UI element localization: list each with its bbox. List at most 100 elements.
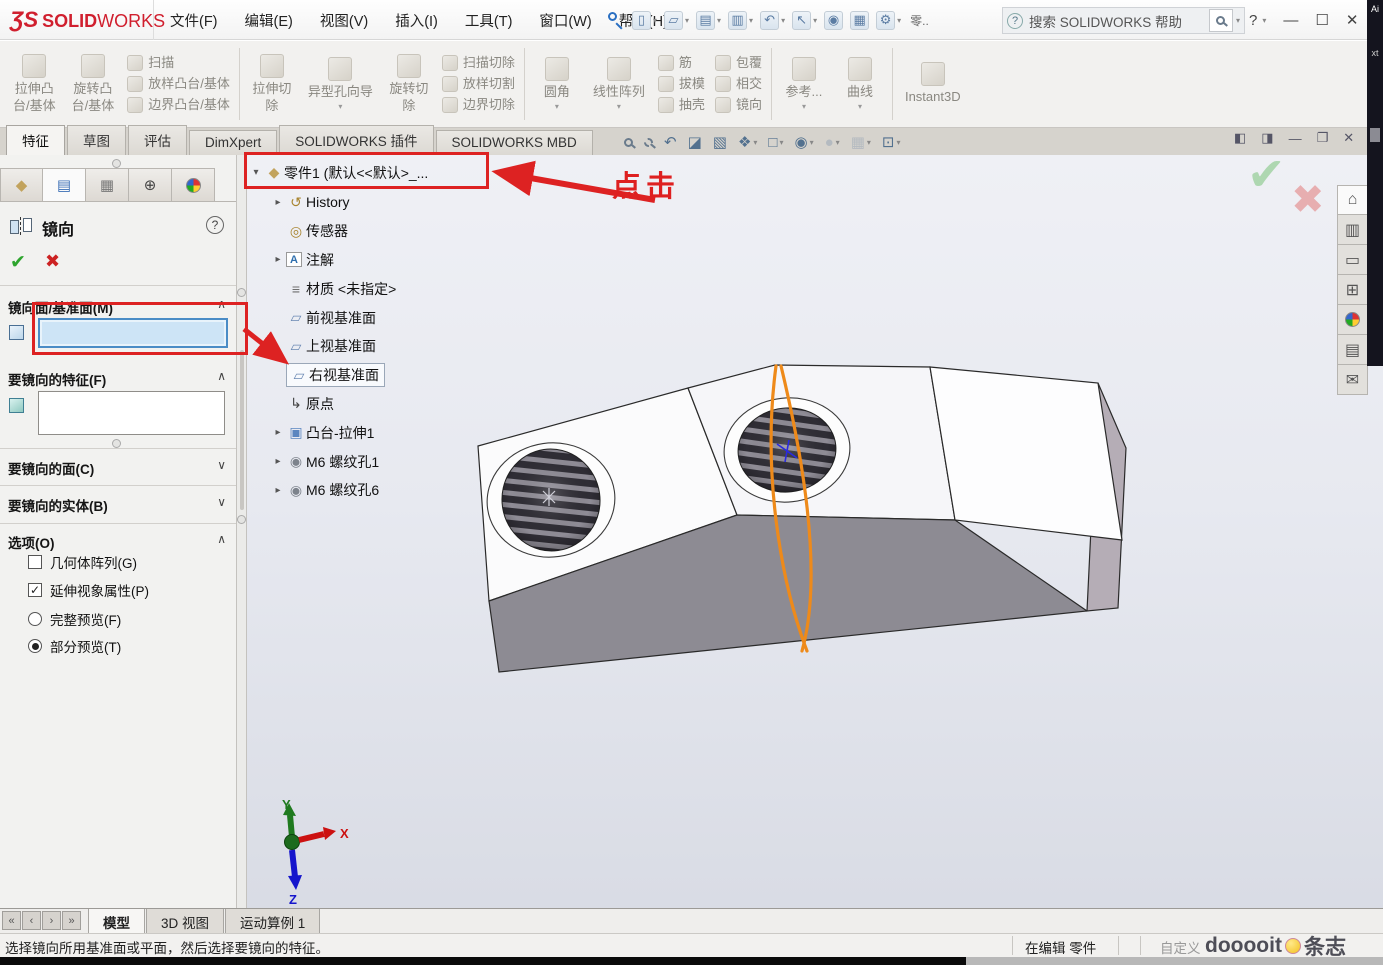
chevron-icon[interactable]: ∨	[217, 495, 226, 509]
help-button[interactable]: ?	[1249, 12, 1257, 29]
close-button[interactable]: ✕	[1346, 11, 1359, 29]
search-box[interactable]: ? 搜索 SOLIDWORKS 帮助 ▾	[1002, 7, 1245, 34]
dropdown-arrow-icon[interactable]: ▾	[338, 102, 342, 111]
radio-icon[interactable]	[28, 639, 42, 653]
pin-menu-icon[interactable]	[608, 12, 617, 21]
appearances-scenes-button[interactable]: ⊞	[1337, 275, 1368, 305]
forum-button[interactable]: ✉	[1337, 365, 1368, 395]
dropdown-arrow-icon[interactable]: ▾	[779, 138, 783, 147]
propertymanager-tab[interactable]: ▤	[43, 168, 86, 202]
home-button[interactable]: ⌂	[1337, 185, 1368, 215]
confirmation-accept-icon[interactable]: ✔	[1247, 147, 1286, 201]
edit-appearance-icon[interactable]: ●▾	[825, 134, 840, 151]
cancel-button[interactable]: ✖	[45, 251, 60, 272]
option-radio-3[interactable]: 部分预览(T)	[28, 635, 121, 657]
view-settings-icon[interactable]: ⊡▾	[882, 133, 901, 151]
dropdown-arrow-icon[interactable]: ▾	[617, 102, 621, 111]
panel-viewport-divider[interactable]	[236, 155, 247, 930]
section-features-to-mirror[interactable]: 要镜向的特征(F) ∧	[0, 367, 236, 389]
tree-item-材质-<未指定>[interactable]: ≡材质 <未指定>	[248, 274, 488, 303]
panel-splitter-handle[interactable]	[112, 439, 121, 448]
displaymanager-tab[interactable]	[172, 168, 215, 202]
save-button[interactable]: ▤▾	[696, 11, 721, 30]
help-dropdown-icon[interactable]: ▾	[1262, 16, 1266, 25]
first-tab-button[interactable]: «	[2, 911, 21, 930]
zoom-to-fit-icon[interactable]	[624, 138, 633, 147]
lofted-boss-base-button[interactable]: 放样凸台/基体	[127, 76, 230, 92]
appearance-wheel-button[interactable]	[1337, 305, 1368, 335]
tree-item-右视基准面[interactable]: ▱右视基准面	[248, 361, 488, 390]
swept-cut-button[interactable]: 扫描切除	[442, 55, 515, 71]
section-view-icon[interactable]: ◪	[688, 133, 702, 151]
tree-item-上视基准面[interactable]: ▱上视基准面	[248, 332, 488, 361]
bottom-tab-3D-视图[interactable]: 3D 视图	[146, 909, 224, 934]
tab-solidworks-插件[interactable]: SOLIDWORKS 插件	[279, 125, 433, 155]
hide-show-items-icon[interactable]: ◉▾	[795, 133, 814, 151]
dropdown-arrow-icon[interactable]: ▾	[813, 16, 817, 25]
design-library-button[interactable]: ▥	[1337, 215, 1368, 245]
tree-item-前视基准面[interactable]: ▱前视基准面	[248, 303, 488, 332]
chevron-icon[interactable]: ∧	[217, 369, 226, 383]
next-tab-button[interactable]: ›	[42, 911, 61, 930]
model-right-face[interactable]	[930, 367, 1122, 540]
apply-scene-icon[interactable]: ▦▾	[851, 133, 871, 151]
next-window-icon[interactable]: ◨	[1261, 130, 1273, 146]
tree-item-M6-螺纹孔6[interactable]: ▸◉M6 螺纹孔6	[248, 476, 488, 505]
last-tab-button[interactable]: »	[62, 911, 81, 930]
dropdown-arrow-icon[interactable]: ▾	[685, 16, 689, 25]
ok-button[interactable]: ✔	[10, 251, 26, 274]
mirror-button[interactable]: 镜向	[715, 97, 762, 113]
lofted-cut-button[interactable]: 放样切割	[442, 76, 515, 92]
tree-item-原点[interactable]: ↳原点	[248, 390, 488, 419]
open-file-button[interactable]: ▱▾	[664, 11, 689, 30]
dropdown-arrow-icon[interactable]: ▾	[802, 102, 806, 111]
expand-arrow-icon[interactable]: ▸	[270, 197, 286, 208]
undo-button[interactable]: ↶▾	[760, 11, 785, 30]
tab-特征[interactable]: 特征	[6, 125, 65, 155]
minimize-button[interactable]: —	[1283, 12, 1298, 29]
instant3d-button[interactable]: Instant3D	[902, 60, 964, 107]
checkbox-icon[interactable]	[28, 555, 42, 569]
tree-item-History[interactable]: ▸↺History	[248, 188, 488, 217]
option-checkbox-0[interactable]: 几何体阵列(G)	[28, 551, 137, 573]
configurationmanager-tab[interactable]: ▦	[86, 168, 129, 202]
dropdown-arrow-icon[interactable]: ▾	[555, 102, 559, 111]
draft-button[interactable]: 拔模	[658, 76, 705, 92]
dropdown-arrow-icon[interactable]: ▾	[896, 138, 900, 147]
print-button[interactable]: ▥▾	[728, 11, 753, 30]
file-properties-button[interactable]: ▦	[850, 11, 869, 30]
dropdown-arrow-icon[interactable]: ▾	[653, 16, 657, 25]
bottom-tab-运动算例-1[interactable]: 运动算例 1	[225, 909, 320, 934]
section-faces-to-mirror[interactable]: 要镜向的面(C) ∨	[0, 456, 236, 478]
menu-item-4[interactable]: 工具(T)	[465, 10, 513, 31]
prev-tab-button[interactable]: ‹	[22, 911, 41, 930]
expand-arrow-icon[interactable]: ▸	[270, 254, 286, 265]
extruded-boss-base-button[interactable]: 拉伸凸 台/基体	[10, 52, 59, 116]
tab-评估[interactable]: 评估	[128, 125, 187, 155]
tab-草图[interactable]: 草图	[67, 125, 126, 155]
scrollbar-thumb[interactable]	[240, 350, 244, 510]
option-checkbox-1[interactable]: ✓延伸视象属性(P)	[28, 579, 149, 601]
dropdown-arrow-icon[interactable]: ▾	[753, 138, 757, 147]
shell-button[interactable]: 抽壳	[658, 97, 705, 113]
tree-item-注解[interactable]: ▸A注解	[248, 246, 488, 275]
hole-wizard-button[interactable]: 异型孔向导▾	[305, 55, 376, 113]
extruded-cut-button[interactable]: 拉伸切 除	[249, 52, 295, 116]
intersect-button[interactable]: 相交	[715, 76, 762, 92]
rib-button[interactable]: 筋	[658, 55, 705, 71]
panel-splitter-handle[interactable]	[112, 159, 121, 168]
chevron-icon[interactable]: ∨	[217, 458, 226, 472]
options-gear-button[interactable]: ⚙▾	[876, 11, 901, 30]
boundary-boss-base-button[interactable]: 边界凸台/基体	[127, 97, 230, 113]
features-selection-box[interactable]	[38, 391, 225, 435]
view-orientation-icon[interactable]: ❖▾	[738, 133, 757, 151]
dropdown-arrow-icon[interactable]: ▾	[749, 16, 753, 25]
radio-icon[interactable]	[28, 612, 42, 626]
featuremanager-tab[interactable]: ◆	[0, 168, 43, 202]
customize-link[interactable]: 自定义	[1160, 937, 1201, 957]
dropdown-arrow-icon[interactable]: ▾	[897, 16, 901, 25]
tree-item-M6-螺纹孔1[interactable]: ▸◉M6 螺纹孔1	[248, 447, 488, 476]
expand-arrow-icon[interactable]: ▸	[270, 485, 286, 496]
zoom-to-area-icon[interactable]	[644, 138, 653, 147]
splitter-handle[interactable]	[237, 288, 246, 297]
